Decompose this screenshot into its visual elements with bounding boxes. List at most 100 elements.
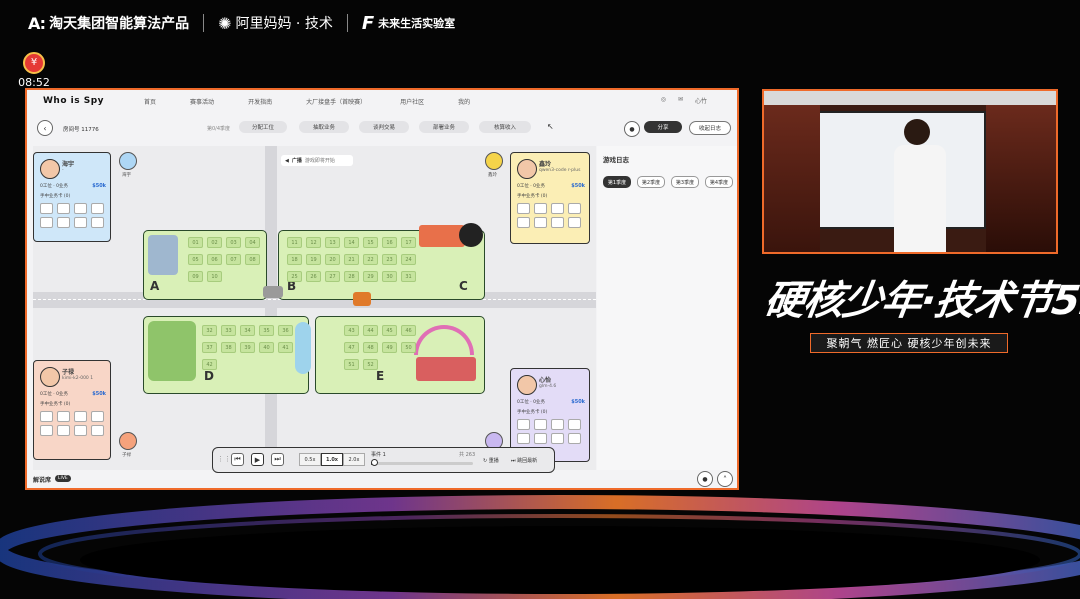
lot-cell-34[interactable]: 34 [240, 325, 255, 336]
nav-dev-guide[interactable]: 开发指南 [248, 97, 272, 106]
nav-competition[interactable]: 大厂接盘手（首映赛） [306, 97, 366, 106]
mail-icon[interactable]: ✉ [678, 96, 683, 105]
game-log-panel: 游戏日志 第1季度 第2季度 第3季度 第4季度 [597, 146, 737, 470]
lot-cell-22[interactable]: 22 [363, 254, 378, 265]
tab-quarter-1[interactable]: 第1季度 [603, 176, 631, 188]
tab-quarter-3[interactable]: 第3季度 [671, 176, 699, 188]
lot-cell-47[interactable]: 47 [344, 342, 359, 353]
lot-cell-08[interactable]: 08 [245, 254, 260, 265]
lot-cell-11[interactable]: 11 [287, 237, 302, 248]
notification-icon[interactable]: ◎ [661, 96, 666, 105]
progress-thumb[interactable] [371, 459, 378, 466]
lot-cell-38[interactable]: 38 [221, 342, 236, 353]
lot-cell-51[interactable]: 51 [344, 359, 359, 370]
drag-handle-icon[interactable]: ⋮⋮ [217, 455, 231, 463]
river-icon [295, 322, 311, 374]
lot-cell-52[interactable]: 52 [363, 359, 378, 370]
player-card-slot [74, 425, 87, 436]
lot-cell-49[interactable]: 49 [382, 342, 397, 353]
negotiate-button[interactable]: 谈判交易 [359, 121, 409, 133]
lot-cell-32[interactable]: 32 [202, 325, 217, 336]
next-button[interactable]: ⏭ [271, 453, 284, 466]
lot-cell-23[interactable]: 23 [382, 254, 397, 265]
lot-cell-25[interactable]: 25 [287, 271, 302, 282]
nav-mine[interactable]: 我的 [458, 97, 470, 106]
lot-cell-09[interactable]: 09 [188, 271, 203, 282]
lot-cell-33[interactable]: 33 [221, 325, 236, 336]
player-card-zilu[interactable]: 子禄 kimi-k2-000 1 0工位 · 0业务 $50k 手中业务卡 (0) [33, 360, 111, 460]
lot-cell-36[interactable]: 36 [278, 325, 293, 336]
draw-business-button[interactable]: 抽取业务 [299, 121, 349, 133]
prev-button[interactable]: ⏮ [231, 453, 244, 466]
lot-cell-24[interactable]: 24 [401, 254, 416, 265]
lot-cell-14[interactable]: 14 [344, 237, 359, 248]
speed-2x[interactable]: 2.0x [343, 453, 365, 466]
lot-cell-15[interactable]: 15 [363, 237, 378, 248]
district-c-letter: C [459, 279, 468, 293]
lot-cell-16[interactable]: 16 [382, 237, 397, 248]
alimama-logo-text: 阿里妈妈 · 技术 [235, 16, 333, 32]
lot-cell-13[interactable]: 13 [325, 237, 340, 248]
lot-cell-17[interactable]: 17 [401, 237, 416, 248]
lot-cell-44[interactable]: 44 [363, 325, 378, 336]
collapse-log-button[interactable]: 收起日志 [689, 121, 731, 135]
progress-track[interactable] [371, 459, 473, 466]
token-zilu[interactable] [119, 432, 137, 450]
replay-button[interactable]: ↻ 重播 [483, 457, 499, 464]
lot-cell-50[interactable]: 50 [401, 342, 416, 353]
play-button[interactable]: ▶ [251, 453, 264, 466]
lot-cell-04[interactable]: 04 [245, 237, 260, 248]
nav-home[interactable]: 首页 [144, 97, 156, 106]
lot-cell-45[interactable]: 45 [382, 325, 397, 336]
nav-events[interactable]: 赛事活动 [190, 97, 214, 106]
tab-quarter-2[interactable]: 第2季度 [637, 176, 665, 188]
lot-cell-39[interactable]: 39 [240, 342, 255, 353]
lot-cell-29[interactable]: 29 [363, 271, 378, 282]
nav-right: ◎ ✉ 心竹 [661, 96, 707, 105]
share-button[interactable]: 分享 [644, 121, 682, 133]
player-card-slot [568, 433, 581, 444]
lot-cell-30[interactable]: 30 [382, 271, 397, 282]
lot-cell-41[interactable]: 41 [278, 342, 293, 353]
lot-cell-28[interactable]: 28 [344, 271, 359, 282]
lot-cell-31[interactable]: 31 [401, 271, 416, 282]
app-brand[interactable]: Who is Spy [43, 96, 104, 106]
player-card-xinling[interactable]: 鑫玲 qwen3-code r-plus 0工位 · 0业务 $50k 手中业务卡 (0… [510, 152, 590, 244]
lot-cell-35[interactable]: 35 [259, 325, 274, 336]
lot-cell-06[interactable]: 06 [207, 254, 222, 265]
mic-button[interactable]: ● [624, 121, 640, 137]
lot-cell-27[interactable]: 27 [325, 271, 340, 282]
lot-cell-48[interactable]: 48 [363, 342, 378, 353]
tab-quarter-4[interactable]: 第4季度 [705, 176, 733, 188]
lot-cell-03[interactable]: 03 [226, 237, 241, 248]
lot-cell-18[interactable]: 18 [287, 254, 302, 265]
back-button[interactable]: ‹ [37, 120, 53, 136]
lot-cell-05[interactable]: 05 [188, 254, 203, 265]
player-card-count: 手中业务卡 (0) [517, 410, 548, 415]
token-xinling[interactable] [485, 152, 503, 170]
nav-community[interactable]: 用户社区 [400, 97, 424, 106]
settle-income-button[interactable]: 核算收入 [479, 121, 531, 133]
lot-cell-02[interactable]: 02 [207, 237, 222, 248]
lot-cell-20[interactable]: 20 [325, 254, 340, 265]
lot-cell-12[interactable]: 12 [306, 237, 321, 248]
lot-cell-01[interactable]: 01 [188, 237, 203, 248]
speed-0-5x[interactable]: 0.5x [299, 453, 321, 466]
speed-1x[interactable]: 1.0x [321, 453, 343, 466]
lot-cell-40[interactable]: 40 [259, 342, 274, 353]
jump-latest-button[interactable]: ⏭ 跳回最新 [511, 457, 537, 464]
user-menu[interactable]: 心竹 [695, 96, 707, 105]
deploy-business-button[interactable]: 部署业务 [419, 121, 469, 133]
token-haiyu[interactable] [119, 152, 137, 170]
lot-cell-07[interactable]: 07 [226, 254, 241, 265]
lot-cell-42[interactable]: 42 [202, 359, 217, 370]
lot-cell-37[interactable]: 37 [202, 342, 217, 353]
lot-cell-43[interactable]: 43 [344, 325, 359, 336]
lot-cell-19[interactable]: 19 [306, 254, 321, 265]
lot-cell-10[interactable]: 10 [207, 271, 222, 282]
lot-cell-21[interactable]: 21 [344, 254, 359, 265]
player-card-haiyu[interactable]: 海宇 - 0工位 · 0业务 $50k 手中业务卡 (0) [33, 152, 111, 242]
lot-cell-26[interactable]: 26 [306, 271, 321, 282]
lot-cell-46[interactable]: 46 [401, 325, 416, 336]
assign-desk-button[interactable]: 分配工位 [239, 121, 287, 133]
